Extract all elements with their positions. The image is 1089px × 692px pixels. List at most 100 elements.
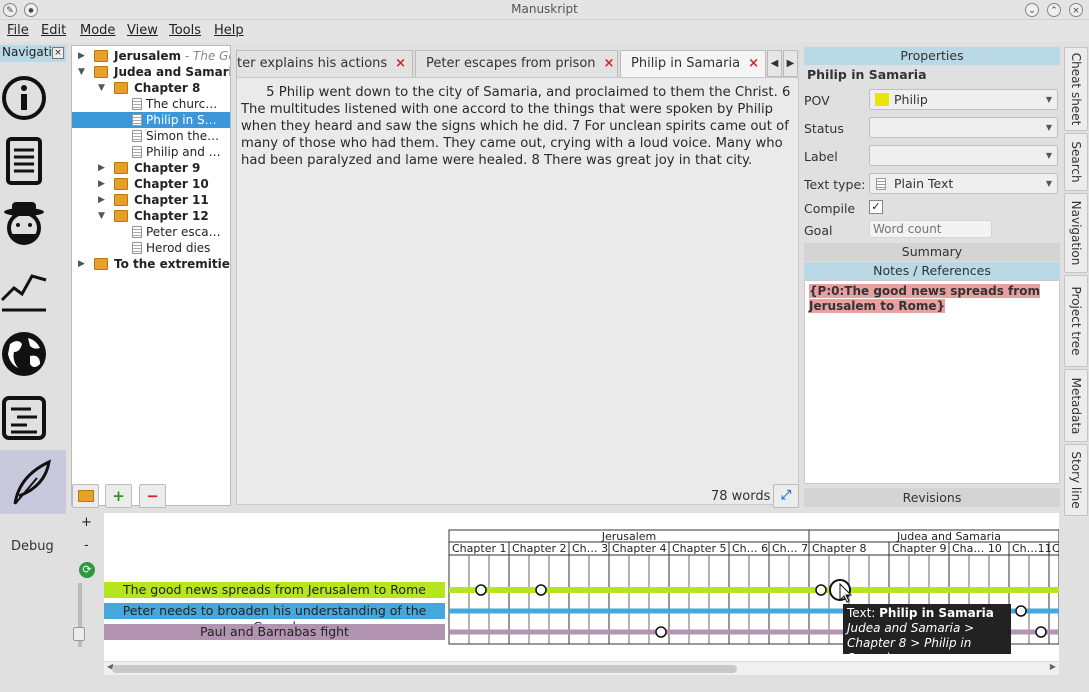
collapsed-arrow-icon[interactable]: ▶ — [98, 192, 105, 208]
text-type-select[interactable]: Plain Text ▼ — [869, 173, 1058, 194]
goal-input[interactable] — [869, 220, 992, 238]
collapsed-arrow-icon[interactable]: ▶ — [78, 256, 85, 272]
plot-icon[interactable] — [0, 262, 48, 318]
chapter-label: Cha… 10 — [952, 542, 1002, 555]
storyline-view[interactable]: Jerusalem Judea and Samaria Chapter 1 Chapt… — [104, 513, 1059, 661]
tree-item[interactable]: ▼ Chapter 12 — [72, 208, 230, 224]
tab-search[interactable]: Search — [1064, 133, 1088, 191]
tab-metadata[interactable]: Metadata — [1064, 369, 1088, 442]
characters-icon[interactable] — [0, 198, 48, 254]
outline-icon[interactable] — [0, 390, 48, 446]
tree-item-label: Chapter 12 — [134, 209, 209, 223]
outline-tree[interactable]: ▶ Jerusalem - The Go ▼ Judea and Samaria ▼ Ch… — [71, 45, 231, 506]
dock-close-button[interactable]: × — [52, 47, 64, 59]
minimize-icon[interactable]: ⌄ — [1025, 3, 1039, 17]
notes-header[interactable]: Notes / References — [804, 262, 1060, 280]
add-folder-button[interactable] — [72, 484, 99, 508]
tree-item[interactable]: ▶ To the extremitie… — [72, 256, 230, 272]
chapter-label: Chapter 4 — [612, 542, 666, 555]
maximize-icon[interactable]: ⌃ — [1047, 3, 1061, 17]
world-icon[interactable] — [0, 326, 48, 382]
tree-item[interactable]: ▶ Chapter 9 — [72, 160, 230, 176]
collapsed-arrow-icon[interactable]: ▶ — [98, 160, 105, 176]
tree-item[interactable]: Simon the… — [72, 128, 230, 144]
tree-item[interactable]: ▶ Jerusalem - The Go — [72, 48, 230, 64]
tree-item[interactable]: ▼ Judea and Samaria — [72, 64, 230, 80]
menu-view[interactable]: View — [127, 23, 158, 38]
plot-line-label[interactable]: Peter needs to broaden his understanding… — [104, 603, 445, 634]
editor-tab-bar: ter explains his actions × Peter escapes … — [236, 50, 800, 77]
summary-header[interactable]: Summary — [804, 243, 1060, 261]
scene-marker — [815, 584, 827, 596]
fullscreen-button[interactable]: ⤢ — [773, 484, 799, 508]
text-editor[interactable]: 5 Philip went down to the city of Samari… — [236, 77, 799, 505]
menu-mode[interactable]: Mode — [80, 23, 115, 38]
scene-marker — [655, 626, 667, 638]
plot-line-label[interactable]: The good news spreads from Jerusalem to … — [104, 582, 445, 598]
tab-peter-escapes[interactable]: Peter escapes from prison × — [415, 50, 618, 77]
tab-story-line[interactable]: Story line — [1064, 444, 1088, 516]
text-file-icon — [132, 146, 142, 158]
tab-project-tree[interactable]: Project tree — [1064, 275, 1088, 367]
tab-scroll-right-icon[interactable]: ▶ — [783, 50, 798, 77]
menu-bar: File Edit Mode View Tools Help — [0, 20, 1089, 42]
chapter-label: Ch… 3 — [572, 542, 608, 555]
pov-select[interactable]: Philip ▼ — [869, 89, 1058, 110]
collapsed-arrow-icon[interactable]: ▶ — [78, 48, 85, 64]
scrollbar-thumb[interactable] — [112, 665, 737, 673]
chapter-label: Cl — [1052, 542, 1059, 555]
text-file-icon — [132, 98, 142, 110]
menu-help[interactable]: Help — [214, 23, 244, 38]
write-icon[interactable] — [0, 450, 66, 514]
tree-item[interactable]: Philip and … — [72, 144, 230, 160]
tree-item[interactable]: Peter esca… — [72, 224, 230, 240]
notes-editor[interactable]: {P:0:The good news spreads from Jerusale… — [804, 280, 1060, 484]
window-title: Manuskript — [511, 2, 578, 16]
menu-edit[interactable]: Edit — [41, 23, 66, 38]
tab-navigation[interactable]: Navigation — [1064, 193, 1088, 273]
tree-item[interactable]: Herod dies — [72, 240, 230, 256]
collapsed-arrow-icon[interactable]: ▶ — [98, 176, 105, 192]
tree-item-label: Peter esca… — [146, 225, 221, 239]
remove-item-button[interactable]: − — [139, 484, 166, 508]
tab-cheat-sheet[interactable]: Cheat sheet — [1064, 47, 1088, 131]
label-label: Label — [804, 149, 838, 164]
revisions-header[interactable]: Revisions — [804, 488, 1060, 507]
menu-tools[interactable]: Tools — [169, 23, 201, 38]
close-icon[interactable]: × — [1069, 3, 1083, 17]
plot-line-label[interactable]: Paul and Barnabas fight — [104, 624, 445, 640]
expanded-arrow-icon[interactable]: ▼ — [98, 208, 105, 224]
status-select[interactable]: ▼ — [869, 117, 1058, 138]
notes-reference[interactable]: {P:0:The good news spreads from Jerusale… — [809, 284, 1040, 313]
expanded-arrow-icon[interactable]: ▼ — [78, 64, 85, 80]
chapter-label: Chapter 8 — [812, 542, 866, 555]
compile-checkbox[interactable]: ✓ — [869, 200, 883, 214]
menu-file[interactable]: File — [7, 23, 29, 38]
tab-philip-in-samaria[interactable]: Philip in Samaria × — [620, 50, 766, 77]
refresh-icon[interactable]: ⟳ — [79, 562, 95, 578]
title-bar: ✎ ● Manuskript ⌄ ⌃ × — [0, 0, 1089, 20]
text-file-icon — [132, 114, 142, 126]
info-icon[interactable] — [0, 70, 48, 126]
tree-item[interactable]: ▶ Chapter 11 — [72, 192, 230, 208]
zoom-in-button[interactable]: + — [81, 515, 92, 530]
label-select[interactable]: ▼ — [869, 145, 1058, 166]
scroll-right-icon: ▶ — [1049, 662, 1056, 671]
tab-scroll-left-icon[interactable]: ◀ — [767, 50, 782, 77]
tab-close-icon[interactable]: × — [748, 56, 759, 71]
tree-item[interactable]: ▶ Chapter 10 — [72, 176, 230, 192]
tab-peter-explains[interactable]: ter explains his actions × — [236, 50, 413, 77]
tree-item[interactable]: Philip in S… — [72, 112, 230, 128]
add-item-button[interactable]: + — [105, 484, 132, 508]
summary-icon[interactable] — [0, 133, 48, 189]
tree-item[interactable]: ▼ Chapter 8 — [72, 80, 230, 96]
tree-item[interactable]: The churc… — [72, 96, 230, 112]
storyline-scrollbar[interactable]: ◀ ▶ — [104, 661, 1059, 675]
zoom-out-button[interactable]: - — [84, 538, 89, 553]
tree-item-summary: - The Go — [184, 49, 230, 63]
expanded-arrow-icon[interactable]: ▼ — [98, 80, 105, 96]
zoom-slider-handle[interactable] — [73, 627, 85, 641]
tab-close-icon[interactable]: × — [604, 56, 615, 71]
editor-text[interactable]: 5 Philip went down to the city of Samari… — [241, 84, 794, 169]
tab-close-icon[interactable]: × — [395, 56, 406, 71]
